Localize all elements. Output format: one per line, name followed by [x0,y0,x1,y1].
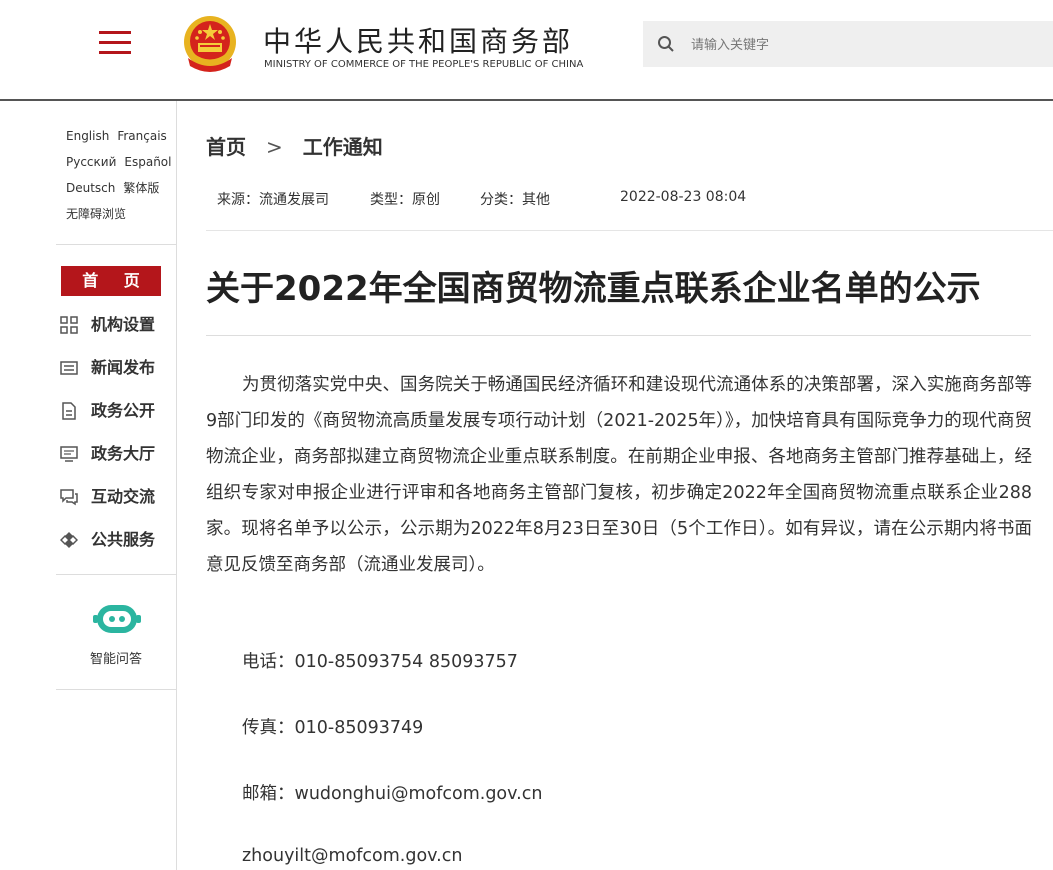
sidebar-item-service-hall[interactable]: 政务大厅 [60,442,176,466]
news-icon [60,361,78,375]
lang-english-link[interactable]: English [66,129,109,143]
language-links: English Français Русский Español Deutsch 繁体… [66,123,176,227]
breadcrumb-current-link[interactable]: 工作通知 [303,135,383,159]
meta-date: 2022-08-23 08:04 [620,189,747,205]
search-box[interactable] [643,21,1053,67]
breadcrumb-home-link[interactable]: 首页 [206,135,246,159]
meta-type: 类型：原创 [370,192,440,208]
title-divider [206,335,1031,336]
sidebar-item-label: 互动交流 [91,487,156,506]
search-icon[interactable] [657,35,675,53]
lang-traditional-chinese-link[interactable]: 繁体版 [123,181,159,195]
article-title: 关于2022年全国商贸物流重点联系企业名单的公示 [206,269,981,309]
meta-source: 来源：流通发展司 [217,192,329,208]
sidebar-divider [56,574,176,575]
monitor-icon [60,446,78,462]
site-header: 中华人民共和国商务部 MINISTRY OF COMMERCE OF THE P… [0,0,1053,101]
site-subtitle: MINISTRY OF COMMERCE OF THE PEOPLE'S REP… [264,59,584,70]
hamburger-menu-icon[interactable] [99,31,131,55]
sidebar-item-news[interactable]: 新闻发布 [60,356,176,380]
lang-russian-link[interactable]: Русский [66,155,116,169]
sidebar-item-label: 政务大厅 [91,444,156,463]
sidebar-item-label: 新闻发布 [91,358,156,377]
sidebar-item-home[interactable]: 首 页 [61,266,161,296]
contact-email: 邮箱：wudonghui@mofcom.gov.cn [242,784,543,804]
lang-spanish-link[interactable]: Español [124,155,171,169]
national-emblem-logo[interactable] [180,14,240,76]
sidebar: English Français Русский Español Deutsch 繁体… [0,101,177,870]
meta-category: 分类：其他 [480,192,550,208]
grid-icon [60,316,78,334]
lang-french-link[interactable]: Français [117,129,166,143]
sidebar-item-interaction[interactable]: 互动交流 [60,485,176,509]
robot-assistant-icon[interactable] [93,601,141,637]
sidebar-item-label: 政务公开 [91,401,156,420]
contact-phone: 电话：010-85093754 85093757 [242,652,518,672]
article-body: 为贯彻落实党中央、国务院关于畅通国民经济循环和建设现代流通体系的决策部署，深入实… [206,375,1032,575]
sidebar-item-label: 机构设置 [91,315,156,334]
sidebar-item-label: 公共服务 [91,530,156,549]
breadcrumb-separator-icon: > [266,135,283,159]
sidebar-item-disclosure[interactable]: 政务公开 [60,399,176,423]
article-meta: 来源：流通发展司 类型：原创 分类：其他 2022-08-23 08:04 [206,176,1053,231]
sidebar-item-organization[interactable]: 机构设置 [60,313,176,337]
document-icon [62,402,76,420]
search-input[interactable] [689,31,1033,59]
contact-fax: 传真：010-85093749 [242,718,424,738]
lang-german-link[interactable]: Deutsch [66,181,115,195]
assistant-label[interactable]: 智能问答 [56,648,176,667]
accessibility-link[interactable]: 无障碍浏览 [66,207,126,221]
chat-icon [60,489,78,506]
service-icon [60,532,78,548]
contact-email-2: zhouyilt@mofcom.gov.cn [242,846,463,866]
sidebar-item-public-service[interactable]: 公共服务 [60,528,176,552]
site-title: 中华人民共和国商务部 [263,25,574,58]
sidebar-divider [56,689,176,690]
breadcrumb: 首页 > 工作通知 [206,131,383,160]
sidebar-divider [56,244,176,245]
